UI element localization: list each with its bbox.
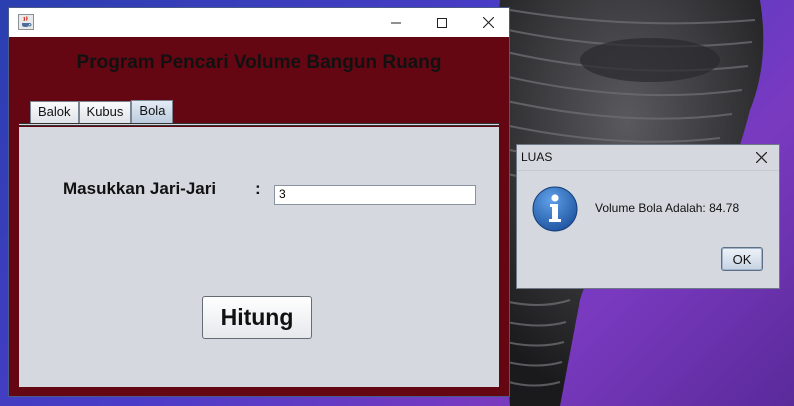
close-icon (482, 17, 494, 28)
radius-colon: : (255, 179, 261, 198)
minimize-button[interactable] (373, 8, 419, 37)
tab-kubus[interactable]: Kubus (78, 101, 132, 123)
bola-panel: Masukkan Jari-Jari : 3 Hitung (19, 127, 499, 387)
maximize-icon (437, 17, 447, 28)
hitung-button[interactable]: Hitung (202, 296, 312, 339)
message-dialog: LUAS Volume Bola Adalah: 84.78 OK (516, 144, 780, 289)
page-title: Program Pencari Volume Bangun Ruang (76, 52, 442, 73)
minimize-icon (391, 22, 401, 23)
window-content: Program Pencari Volume Bangun Ruang Balo… (9, 37, 509, 396)
radius-label: Masukkan Jari-Jari (63, 179, 217, 198)
info-icon (532, 186, 578, 232)
window-titlebar[interactable] (9, 8, 509, 37)
tab-bola[interactable]: Bola (131, 100, 174, 123)
ok-button[interactable]: OK (721, 247, 763, 271)
close-button[interactable] (465, 8, 511, 37)
java-cup-icon (18, 14, 34, 30)
tab-divider (19, 123, 499, 126)
dialog-close-button[interactable] (743, 145, 779, 170)
dialog-titlebar[interactable]: LUAS (517, 145, 779, 171)
dialog-message: Volume Bola Adalah: 84.78 (595, 201, 740, 215)
shape-tabs: Balok Kubus Bola (30, 100, 174, 123)
close-icon (755, 152, 767, 163)
tab-balok[interactable]: Balok (30, 101, 79, 123)
main-window: Program Pencari Volume Bangun Ruang Balo… (8, 7, 510, 397)
radius-input[interactable]: 3 (274, 185, 476, 205)
dialog-title: LUAS (521, 150, 553, 164)
maximize-button[interactable] (419, 8, 465, 37)
